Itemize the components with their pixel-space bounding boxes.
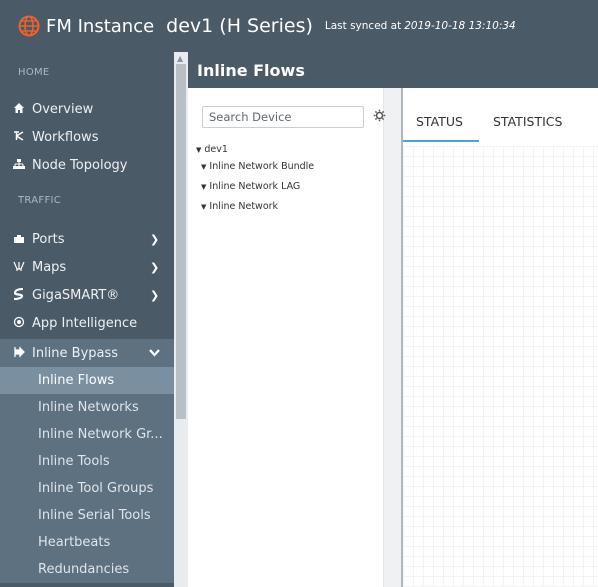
scroll-up-arrow-icon[interactable]: ▲ xyxy=(177,54,183,63)
sidebar-subitem-inline-tools[interactable]: Inline Tools xyxy=(0,448,174,475)
tab-statistics[interactable]: STATISTICS xyxy=(493,114,562,129)
sidebar-item-inline-bypass[interactable]: Inline Bypass xyxy=(0,339,174,367)
sidebar-subitem-inline-tool-groups[interactable]: Inline Tool Groups xyxy=(0,475,174,502)
active-tab-indicator xyxy=(403,140,479,142)
workflow-icon xyxy=(12,130,26,145)
top-bar: FM Instance dev1 (H Series) Last synced … xyxy=(0,0,598,52)
sidebar-item-workflows[interactable]: Workflows xyxy=(0,124,174,150)
sidebar-subitem-redundancies[interactable]: Redundancies xyxy=(0,556,174,583)
sidebar-heading-traffic: TRAFFIC xyxy=(18,195,62,206)
tree-node-label: Inline Network xyxy=(209,201,279,212)
sidebar-item-label: Heartbeats xyxy=(38,535,111,550)
gigasmart-icon xyxy=(12,287,26,303)
sidebar-item-label: Inline Network Gr... xyxy=(38,427,163,442)
sidebar-item-label: Overview xyxy=(32,101,94,117)
sync-time: 2019-10-18 13:10:34 xyxy=(404,20,516,32)
sidebar-item-label: Inline Tools xyxy=(38,454,110,469)
inline-bypass-icon xyxy=(12,345,26,361)
status-grid xyxy=(403,146,598,587)
sidebar-item-node-topology[interactable]: Node Topology xyxy=(0,152,174,178)
gear-icon[interactable] xyxy=(372,108,386,122)
chevron-right-icon: ❯ xyxy=(150,260,160,274)
chevron-right-icon: ❯ xyxy=(150,232,160,246)
sidebar-item-label: App Intelligence xyxy=(32,315,138,331)
tree-node-child[interactable]: ▼ Inline Network xyxy=(201,201,278,212)
tree-node-label: dev1 xyxy=(204,144,228,155)
page-title: Inline Flows xyxy=(188,52,598,88)
sidebar-scrollbar[interactable]: ▲ xyxy=(174,52,188,587)
app-name[interactable]: FM Instance xyxy=(46,16,154,37)
device-name[interactable]: dev1 (H Series) xyxy=(166,15,313,37)
tree-panel-gutter xyxy=(383,88,401,587)
sidebar-subitem-inline-networks[interactable]: Inline Networks xyxy=(0,394,174,421)
sidebar-item-overview[interactable]: Overview xyxy=(0,96,174,122)
maps-icon xyxy=(12,260,26,275)
sidebar-item-label: Redundancies xyxy=(38,562,130,577)
chevron-down-icon xyxy=(149,347,160,360)
tree-node-label: Inline Network Bundle xyxy=(209,161,315,172)
sidebar-item-label: Inline Networks xyxy=(38,400,139,415)
chevron-right-icon: ❯ xyxy=(150,288,160,302)
scrollbar-thumb[interactable] xyxy=(176,64,186,419)
sidebar-item-maps[interactable]: Maps ❯ xyxy=(0,254,174,280)
sidebar-subitem-inline-flows[interactable]: Inline Flows xyxy=(0,367,174,394)
sidebar-item-label: Inline Bypass xyxy=(32,345,119,361)
content-panel: STATUS STATISTICS xyxy=(403,88,598,587)
sidebar-item-label: GigaSMART® xyxy=(32,287,120,303)
sidebar-item-label: Inline Serial Tools xyxy=(38,508,151,523)
ports-icon xyxy=(12,232,26,247)
tree-node-root[interactable]: ▼ dev1 xyxy=(196,144,228,155)
page-title-text: Inline Flows xyxy=(197,60,305,80)
search-device-input[interactable] xyxy=(202,106,364,128)
tree-node-label: Inline Network LAG xyxy=(209,181,301,192)
tab-status[interactable]: STATUS xyxy=(416,114,463,129)
sidebar-subitem-heartbeats[interactable]: Heartbeats xyxy=(0,529,174,556)
sidebar-subitem-inline-network-groups[interactable]: Inline Network Gr... xyxy=(0,421,174,448)
topology-icon xyxy=(12,158,26,173)
sidebar-item-label: Ports xyxy=(32,231,65,247)
sidebar: HOME Overview Workflows Node Topology TR… xyxy=(0,52,174,587)
sidebar-heading-home: HOME xyxy=(18,67,50,78)
caret-down-icon[interactable]: ▼ xyxy=(201,203,206,211)
home-icon xyxy=(12,102,26,117)
caret-down-icon[interactable]: ▼ xyxy=(201,163,206,171)
tree-node-child[interactable]: ▼ Inline Network Bundle xyxy=(201,161,314,172)
sidebar-item-label: Inline Flows xyxy=(38,373,115,388)
sidebar-item-label: Workflows xyxy=(32,129,99,145)
sidebar-item-app-intelligence[interactable]: App Intelligence xyxy=(0,310,174,336)
tree-node-child[interactable]: ▼ Inline Network LAG xyxy=(201,181,300,192)
sidebar-item-label: Inline Tool Groups xyxy=(38,481,154,496)
sidebar-item-gigasmart[interactable]: GigaSMART® ❯ xyxy=(0,282,174,308)
app-intelligence-icon xyxy=(12,316,26,331)
sidebar-item-label: Maps xyxy=(32,259,67,275)
sync-label: Last synced at xyxy=(324,20,402,32)
globe-icon xyxy=(18,15,40,37)
sidebar-item-label: Node Topology xyxy=(32,157,128,173)
caret-down-icon[interactable]: ▼ xyxy=(201,183,206,191)
sidebar-item-ports[interactable]: Ports ❯ xyxy=(0,226,174,252)
sidebar-subitem-inline-serial-tools[interactable]: Inline Serial Tools xyxy=(0,502,174,529)
caret-down-icon[interactable]: ▼ xyxy=(196,146,201,154)
